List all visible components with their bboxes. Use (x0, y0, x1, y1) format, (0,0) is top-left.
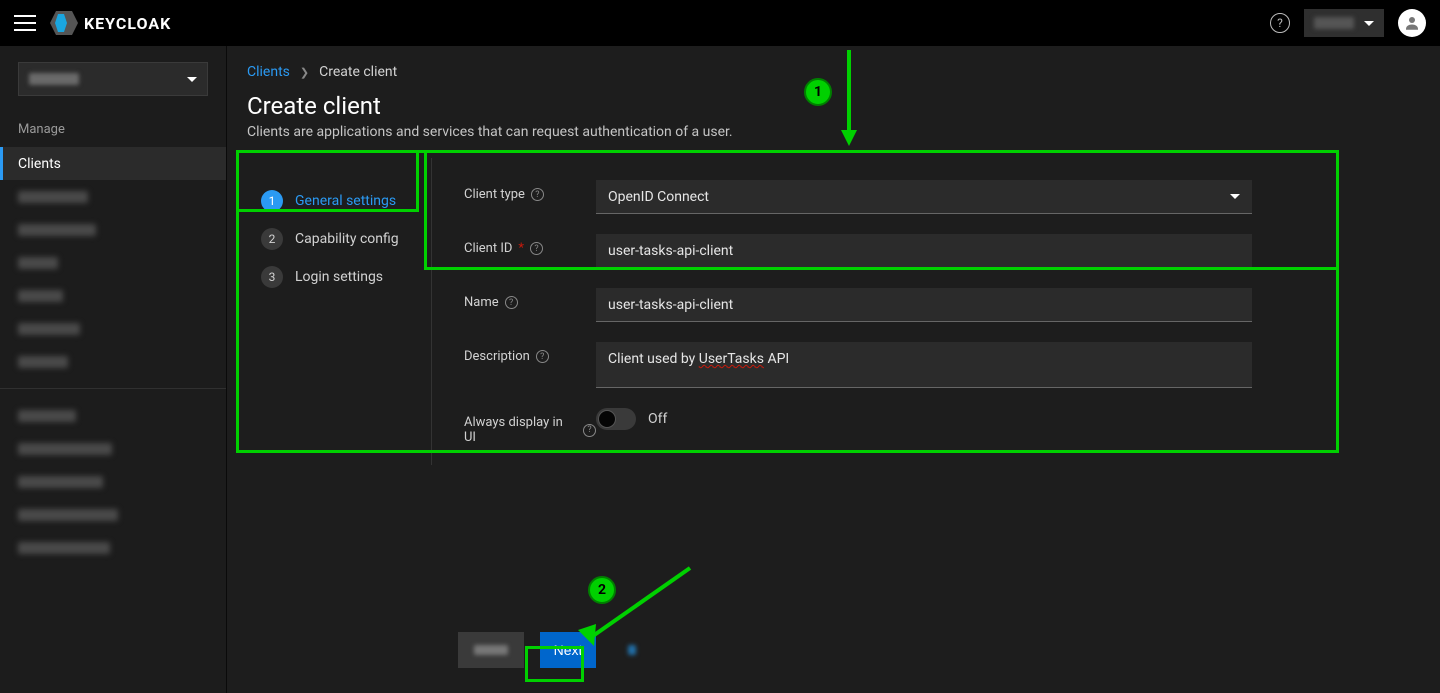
sidebar-item-blurred[interactable] (0, 312, 226, 345)
sidebar-item-blurred[interactable] (0, 432, 226, 465)
step-label: Capability config (295, 231, 399, 247)
blurred-text (1314, 17, 1354, 29)
sidebar-item-blurred[interactable] (0, 246, 226, 279)
content-area: Clients ❯ Create client Create client Cl… (227, 46, 1440, 693)
chevron-down-icon (187, 77, 197, 82)
step-label: General settings (295, 193, 396, 209)
wizard-footer: Next (458, 632, 652, 668)
breadcrumb-clients-link[interactable]: Clients (247, 64, 290, 80)
tertiary-button[interactable] (612, 632, 652, 668)
name-label: Name ? (464, 288, 596, 310)
help-icon[interactable]: ? (536, 350, 549, 363)
sidebar-item-blurred[interactable] (0, 213, 226, 246)
sidebar-item-blurred[interactable] (0, 465, 226, 498)
client-type-select[interactable]: OpenID Connect (596, 180, 1252, 214)
wizard-step-capability-config[interactable]: 2 Capability config (261, 220, 421, 258)
sidebar-item-blurred[interactable] (0, 279, 226, 312)
breadcrumb-current: Create client (319, 64, 397, 80)
sidebar-item-clients[interactable]: Clients (0, 147, 226, 180)
toggle-value: Off (648, 411, 667, 427)
form-area: Client type ? OpenID Connect Client ID *… (432, 158, 1252, 465)
topbar: KEYCLOAK ? (0, 0, 1440, 46)
help-icon[interactable]: ? (1270, 13, 1290, 33)
page-title: Create client (247, 92, 1420, 120)
blurred-text (29, 73, 79, 85)
chevron-right-icon: ❯ (300, 66, 309, 79)
sidebar-item-blurred[interactable] (0, 399, 226, 432)
always-display-label: Always display in UI ? (464, 408, 596, 445)
client-id-input[interactable] (596, 234, 1252, 268)
description-input[interactable]: Client used by UserTasks API (596, 342, 1252, 388)
client-type-label: Client type ? (464, 180, 596, 202)
sidebar: Manage Clients (0, 46, 227, 693)
sidebar-item-blurred[interactable] (0, 180, 226, 213)
sidebar-item-blurred[interactable] (0, 498, 226, 531)
menu-toggle-button[interactable] (14, 15, 36, 31)
name-input[interactable] (596, 288, 1252, 322)
sidebar-item-blurred[interactable] (0, 531, 226, 564)
help-icon[interactable]: ? (583, 424, 596, 437)
sidebar-item-blurred[interactable] (0, 345, 226, 378)
realm-dropdown-top[interactable] (1304, 9, 1384, 37)
help-icon[interactable]: ? (505, 296, 518, 309)
chevron-down-icon (1230, 194, 1240, 199)
page-subtitle: Clients are applications and services th… (247, 124, 1420, 140)
help-icon[interactable]: ? (530, 242, 543, 255)
chevron-down-icon (1364, 21, 1374, 26)
user-avatar[interactable] (1398, 9, 1426, 37)
help-icon[interactable]: ? (531, 188, 544, 201)
client-id-label: Client ID * ? (464, 234, 596, 256)
logo-text: KEYCLOAK (84, 14, 171, 33)
keycloak-logo-icon (50, 11, 78, 35)
topbar-right: ? (1270, 9, 1426, 37)
logo[interactable]: KEYCLOAK (50, 11, 171, 35)
breadcrumb: Clients ❯ Create client (247, 64, 1420, 80)
step-label: Login settings (295, 269, 383, 285)
cancel-button[interactable] (458, 632, 524, 668)
wizard-step-general-settings[interactable]: 1 General settings (261, 182, 421, 220)
next-button[interactable]: Next (540, 632, 596, 668)
topbar-left: KEYCLOAK (14, 11, 171, 35)
sidebar-section-manage: Manage (0, 114, 226, 147)
wizard-steps: 1 General settings 2 Capability config 3… (247, 158, 432, 465)
description-label: Description ? (464, 342, 596, 364)
always-display-toggle[interactable] (596, 408, 636, 430)
realm-selector[interactable] (18, 62, 208, 96)
wizard-step-login-settings[interactable]: 3 Login settings (261, 258, 421, 296)
